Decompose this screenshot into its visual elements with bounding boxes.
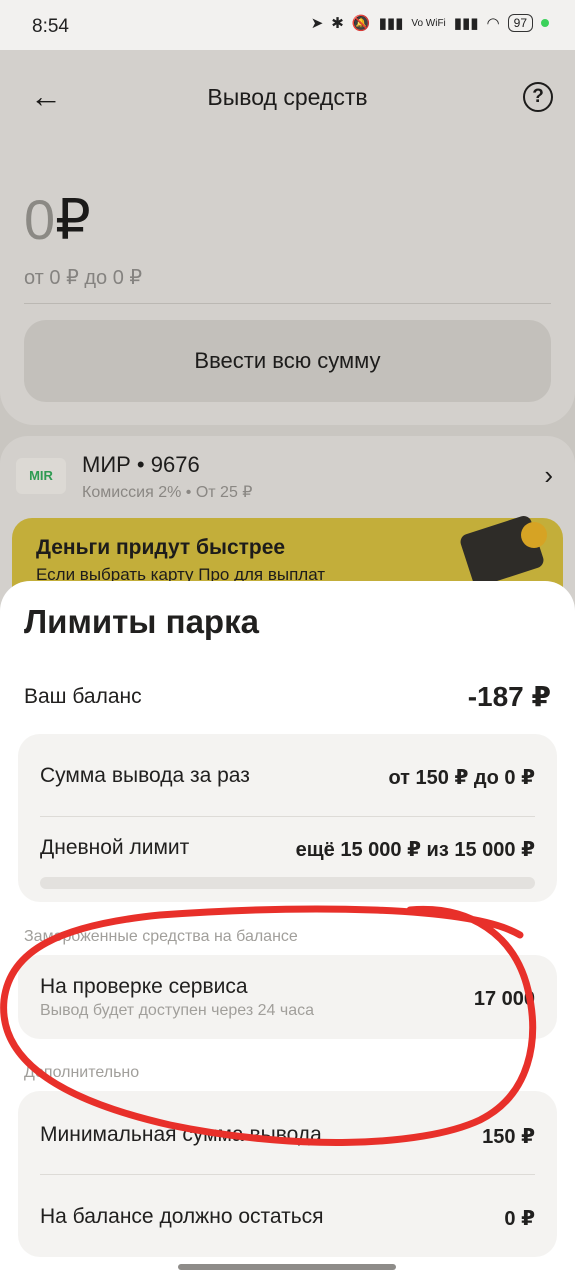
mute-icon: 🔕 <box>351 15 371 32</box>
daily-limit-value: ещё 15 000 ₽ из 15 000 ₽ <box>295 839 535 861</box>
extra-group: Минимальная сумма вывода 150 ₽ На баланс… <box>18 1091 557 1257</box>
promo-title: Деньги придут быстрее <box>36 536 286 559</box>
frozen-label: На проверке сервиса <box>40 975 248 998</box>
signal-icon: ▮▮▮ <box>378 15 404 32</box>
balance-value: -187 ₽ <box>467 681 551 712</box>
remain-label: На балансе должно остаться <box>40 1205 324 1228</box>
balance-label: Ваш баланс <box>24 685 142 708</box>
card-name: МИР • 9676 <box>82 452 200 477</box>
per-withdrawal-label: Сумма вывода за раз <box>40 764 250 787</box>
amount-range: от 0 ₽ до 0 ₽ <box>24 267 143 289</box>
amount-currency: ₽ <box>55 188 91 251</box>
min-withdrawal-row: Минимальная сумма вывода 150 ₽ <box>40 1123 535 1149</box>
frozen-sublabel: Вывод будет доступен через 24 часа <box>40 1002 314 1019</box>
amount-panel: ← Вывод средств ? 0₽ от 0 ₽ до 0 ₽ Ввест… <box>0 50 575 425</box>
page-title: Вывод средств <box>207 84 368 110</box>
per-withdrawal-value: от 150 ₽ до 0 ₽ <box>388 767 535 789</box>
coin-icon <box>521 522 547 548</box>
amount-value: 0 <box>24 188 56 251</box>
home-indicator[interactable] <box>178 1264 396 1270</box>
min-withdrawal-label: Минимальная сумма вывода <box>40 1123 322 1146</box>
enter-all-button[interactable]: Ввести всю сумму <box>24 320 551 402</box>
limits-group: Сумма вывода за раз от 150 ₽ до 0 ₽ Днев… <box>18 734 557 902</box>
per-withdrawal-row: Сумма вывода за раз от 150 ₽ до 0 ₽ <box>40 764 535 790</box>
chevron-right-icon: › <box>544 460 553 490</box>
park-limits-sheet: Лимиты парка Ваш баланс -187 ₽ Сумма выв… <box>0 581 575 1280</box>
frozen-row: На проверке сервиса Вывод будет доступен… <box>40 975 535 1025</box>
mir-logo: MIR <box>16 458 66 494</box>
card-fee: Комиссия 2% • От 25 ₽ <box>82 484 253 501</box>
status-time: 8:54 <box>32 16 69 37</box>
frozen-section-label: Замороженные средства на балансе <box>24 928 298 945</box>
status-icons: ➤ ✱ 🔕 ▮▮▮ Vo WiFi ▮▮▮ ◠ 97 <box>311 14 549 32</box>
signal-icon-2: ▮▮▮ <box>453 15 479 32</box>
sheet-title: Лимиты парка <box>24 603 259 640</box>
location-icon: ➤ <box>310 15 324 32</box>
min-withdrawal-value: 150 ₽ <box>482 1126 535 1148</box>
remain-row: На балансе должно остаться 0 ₽ <box>40 1205 535 1231</box>
remain-value: 0 ₽ <box>504 1208 535 1230</box>
divider <box>40 816 535 817</box>
status-bar: 8:54 ➤ ✱ 🔕 ▮▮▮ Vo WiFi ▮▮▮ ◠ 97 <box>0 0 575 50</box>
frozen-group: На проверке сервиса Вывод будет доступен… <box>18 955 557 1039</box>
bluetooth-icon: ✱ <box>331 15 344 32</box>
daily-limit-label: Дневной лимит <box>40 836 190 859</box>
frozen-value: 17 000 <box>473 988 535 1010</box>
vowifi-label: Vo WiFi <box>411 17 446 29</box>
wifi-icon: ◠ <box>486 15 500 32</box>
battery-icon: 97 <box>507 14 533 32</box>
divider <box>24 303 551 304</box>
amount-display[interactable]: 0₽ <box>24 190 91 250</box>
daily-limit-row: Дневной лимит ещё 15 000 ₽ из 15 000 ₽ <box>40 836 535 862</box>
help-icon[interactable]: ? <box>523 82 553 112</box>
extra-section-label: Дополнительно <box>24 1064 140 1081</box>
divider <box>40 1174 535 1175</box>
daily-limit-progress <box>40 877 535 889</box>
privacy-dot-icon <box>541 19 549 27</box>
